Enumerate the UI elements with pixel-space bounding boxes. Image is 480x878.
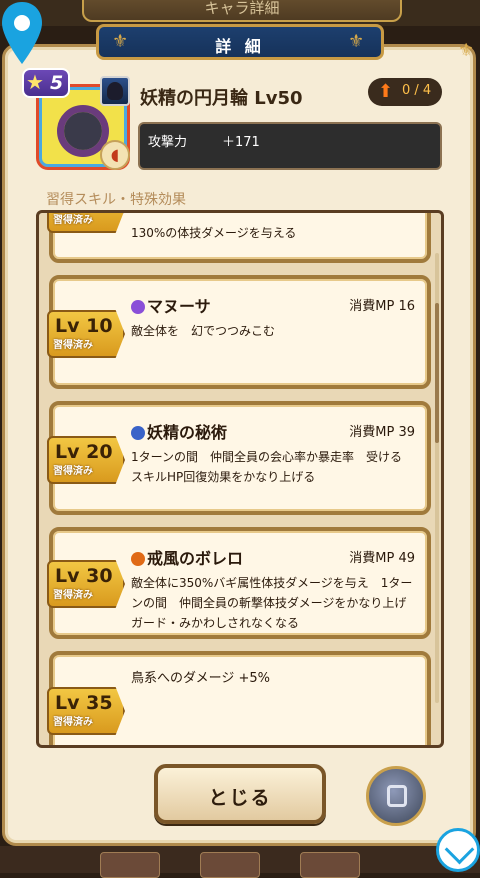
learned-label: 習得済み bbox=[53, 466, 93, 477]
character-portrait-icon bbox=[100, 76, 130, 106]
enhance-badge[interactable]: ⬆ 0 / 4 bbox=[368, 78, 442, 106]
skill-desc: 敵全体に350%バギ属性体技ダメージを与え 1ターンの間 仲間全員の斬撃体技ダメ… bbox=[131, 576, 419, 630]
fleur-icon: ⚜ bbox=[458, 40, 475, 61]
fleur-icon: ⚜ bbox=[348, 31, 365, 52]
skill-level: Lv 30 bbox=[55, 565, 113, 587]
level-ribbon: 習得済み bbox=[47, 213, 125, 233]
scrollbar[interactable] bbox=[435, 303, 439, 443]
page-title: 詳 細 bbox=[215, 37, 265, 56]
level-ribbon: Lv 35 習得済み bbox=[47, 687, 125, 735]
skills-list[interactable]: 130%の体技ダメージを与える 習得済み マヌーサ 消費MP 16 敵全体を 幻… bbox=[36, 210, 444, 748]
level-ribbon: Lv 20 習得済み bbox=[47, 436, 125, 484]
boomerang-icon: ◖ bbox=[100, 140, 130, 170]
bottom-strip bbox=[0, 846, 480, 878]
top-strip: キャラ詳細 bbox=[0, 0, 480, 26]
learned-label: 習得済み bbox=[53, 215, 93, 226]
skill-cost: 消費MP 49 bbox=[349, 551, 415, 566]
stat-box: 攻撃力 ＋171 bbox=[138, 122, 442, 170]
thumbnail[interactable] bbox=[300, 852, 360, 878]
section-title: 習得スキル・特殊効果 bbox=[46, 192, 186, 208]
skill-desc: 鳥系へのダメージ +5% bbox=[131, 671, 270, 686]
skill-name: マヌーサ bbox=[131, 293, 211, 317]
item-name: 妖精の円月輪 Lv50 bbox=[140, 88, 303, 109]
skill-level: Lv 10 bbox=[55, 315, 113, 337]
thumbnail[interactable] bbox=[100, 852, 160, 878]
rarity-stars: 5 bbox=[50, 72, 64, 94]
skill-name: 戒風のボレロ bbox=[131, 545, 243, 569]
level-ribbon: Lv 30 習得済み bbox=[47, 560, 125, 608]
star-icon: ★ bbox=[26, 70, 44, 94]
enhance-count: 0 / 4 bbox=[402, 83, 432, 98]
stat-label: 攻撃力 bbox=[148, 135, 188, 150]
learned-label: 習得済み bbox=[53, 717, 93, 728]
skill-desc: 1ターンの間 仲間全員の会心率か暴走率 受けるスキルHP回復効果をかなり上げる bbox=[131, 450, 403, 484]
skill-cost: 消費MP 39 bbox=[349, 425, 415, 440]
header-bar: 詳 細 bbox=[96, 24, 384, 60]
map-pin-icon[interactable] bbox=[0, 0, 44, 66]
level-ribbon: Lv 10 習得済み bbox=[47, 310, 125, 358]
skill-level: Lv 35 bbox=[55, 692, 113, 714]
learned-label: 習得済み bbox=[53, 340, 93, 351]
skill-level: Lv 20 bbox=[55, 441, 113, 463]
fleur-icon: ⚜ bbox=[112, 31, 129, 52]
arrow-up-icon: ⬆ bbox=[378, 81, 394, 102]
thumbnail[interactable] bbox=[200, 852, 260, 878]
lock-button[interactable] bbox=[366, 766, 426, 826]
skill-cost: 消費MP 16 bbox=[349, 299, 415, 314]
skill-desc: 130%の体技ダメージを与える bbox=[131, 226, 297, 240]
learned-label: 習得済み bbox=[53, 590, 93, 601]
skill-orb-icon bbox=[131, 426, 145, 440]
skill-desc: 敵全体を 幻でつつみこむ bbox=[131, 324, 276, 338]
skill-name: 妖精の秘術 bbox=[131, 419, 227, 443]
close-button[interactable]: とじる bbox=[154, 764, 326, 824]
close-button-label: とじる bbox=[208, 787, 272, 809]
top-tab-title: キャラ詳細 bbox=[204, 0, 280, 17]
skill-orb-icon bbox=[131, 300, 145, 314]
lock-icon bbox=[387, 785, 407, 807]
stat-value: ＋171 bbox=[222, 135, 260, 150]
skill-orb-icon bbox=[131, 552, 145, 566]
rarity-badge: ★ 5 bbox=[22, 68, 70, 98]
top-tab: キャラ詳細 bbox=[82, 0, 402, 22]
compass-icon[interactable] bbox=[436, 828, 480, 872]
